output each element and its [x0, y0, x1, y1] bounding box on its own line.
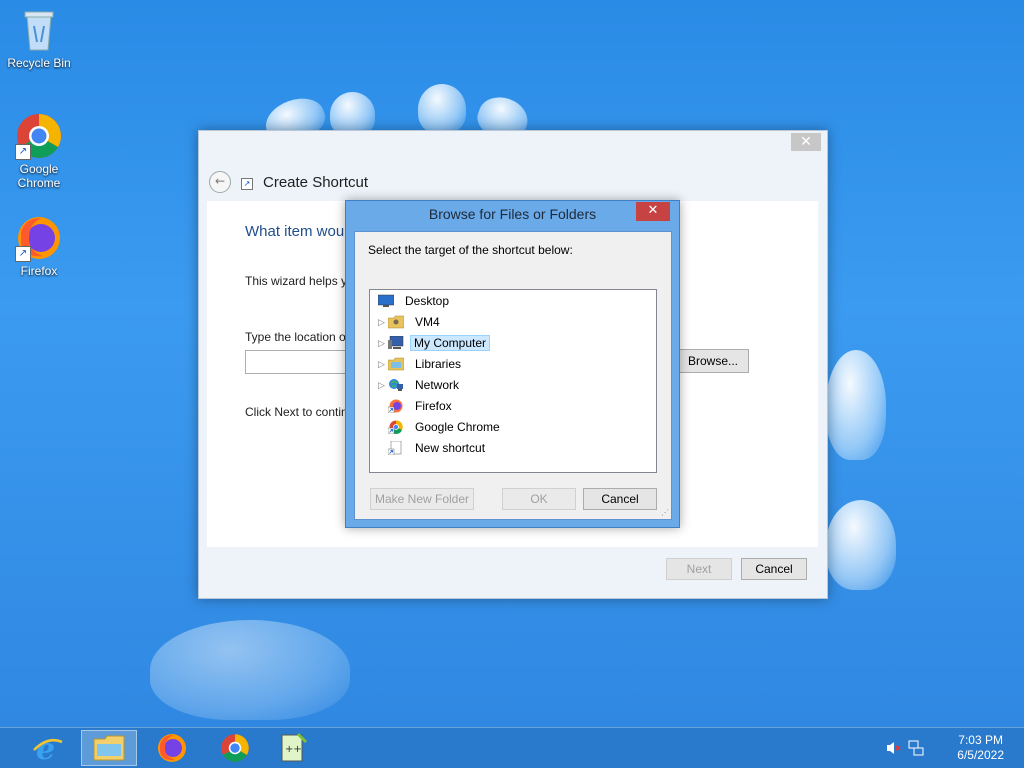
recycle-bin-icon	[15, 6, 63, 54]
computer-icon	[388, 335, 404, 350]
tree-item-google-chrome[interactable]: Google Chrome	[387, 417, 505, 437]
next-button[interactable]: Next	[666, 558, 732, 580]
firefox-icon	[158, 734, 186, 762]
expand-arrow-icon[interactable]: ▷	[378, 359, 388, 370]
close-icon: ✕	[800, 134, 812, 150]
tree-item-label: Network	[415, 378, 460, 392]
shortcut-arrow-icon: ↗	[15, 246, 31, 262]
tree-item-label: VM4	[415, 315, 440, 329]
clock-date: 6/5/2022	[957, 748, 1004, 762]
desktop-icon-label: Recycle Bin	[7, 56, 71, 70]
firefox-shortcut-icon	[387, 399, 404, 414]
desktop-icon-firefox[interactable]: ↗ Firefox	[1, 214, 77, 278]
chrome-icon	[221, 734, 249, 762]
tree-item-label: Desktop	[405, 294, 450, 308]
taskbar-internet-explorer[interactable]: e	[20, 730, 76, 766]
browse-dialog: Browse for Files or Folders ✕ Select the…	[345, 200, 680, 528]
cancel-button[interactable]: Cancel	[741, 558, 807, 580]
network-status-icon[interactable]	[908, 740, 924, 759]
file-explorer-icon	[93, 735, 125, 761]
chrome-shortcut-icon	[387, 420, 404, 435]
expand-arrow-icon[interactable]: ▷	[378, 317, 388, 328]
taskbar: e ++ 7:03 PM 6/5/2022	[0, 727, 1024, 768]
close-button[interactable]: ✕	[791, 133, 821, 151]
tree-item-libraries[interactable]: ▷ Libraries	[378, 354, 466, 374]
tree-item-desktop[interactable]: Desktop	[377, 291, 454, 311]
libraries-icon	[387, 357, 405, 371]
desktop-icon-google-chrome[interactable]: ↗ Google Chrome	[1, 112, 77, 190]
system-tray: 7:03 PM 6/5/2022	[884, 728, 1024, 768]
expand-arrow-icon[interactable]: ▷	[378, 338, 388, 349]
wizard-title: Create Shortcut	[263, 173, 369, 191]
notepad-plus-plus-icon: ++	[281, 732, 308, 762]
browse-button[interactable]: Browse...	[677, 349, 749, 373]
close-icon: ✕	[647, 203, 659, 218]
shortcut-file-icon	[387, 440, 404, 456]
taskbar-file-explorer[interactable]	[81, 730, 137, 766]
ok-button[interactable]: OK	[502, 488, 576, 510]
shortcut-icon: ↗	[241, 178, 253, 190]
next-hint: Click Next to contin	[245, 405, 348, 419]
tree-item-firefox[interactable]: Firefox	[387, 396, 457, 416]
dialog-title: Browse for Files or Folders	[428, 206, 597, 222]
wizard-header: ← Create Shortcut	[209, 171, 368, 193]
expand-arrow-icon[interactable]: ▷	[378, 380, 388, 391]
dialog-cancel-button[interactable]: Cancel	[583, 488, 657, 510]
wizard-question: What item wou	[245, 223, 345, 240]
internet-explorer-icon: e	[33, 732, 63, 764]
svg-text:e: e	[36, 732, 55, 764]
tree-item-label: My Computer	[410, 335, 491, 351]
folder-tree[interactable]: Desktop ▷ VM4 ▷ My Computer ▷ Libraries …	[369, 289, 657, 473]
svg-text:++: ++	[285, 744, 302, 755]
volume-muted-icon[interactable]	[886, 740, 902, 759]
desktop-icon-label: Google Chrome	[17, 162, 61, 190]
tree-item-label: Firefox	[415, 399, 452, 413]
desktop-icon	[377, 294, 395, 308]
dialog-instruction: Select the target of the shortcut below:	[368, 243, 573, 257]
shortcut-arrow-icon: ↗	[15, 144, 31, 160]
make-new-folder-button[interactable]: Make New Folder	[370, 488, 474, 510]
firefox-icon: ↗	[15, 214, 63, 262]
location-label: Type the location o	[245, 330, 346, 344]
taskbar-firefox[interactable]	[144, 730, 200, 766]
tree-item-label: Google Chrome	[415, 420, 500, 434]
tree-item-label: Libraries	[415, 357, 462, 371]
resize-grip-icon[interactable]: ⋰	[661, 509, 669, 517]
tree-item-label: New shortcut	[415, 441, 486, 455]
tree-item-network[interactable]: ▷ Network	[378, 375, 464, 395]
user-folder-icon	[387, 315, 405, 329]
desktop-icon-recycle-bin[interactable]: Recycle Bin	[1, 6, 77, 70]
back-arrow-icon: ←	[214, 174, 226, 188]
taskbar-notepad-plus-plus[interactable]: ++	[265, 730, 321, 766]
taskbar-chrome[interactable]	[207, 730, 263, 766]
desktop-icon-label: Firefox	[20, 264, 58, 278]
tree-item-new-shortcut[interactable]: New shortcut	[387, 438, 490, 458]
dialog-body: Select the target of the shortcut below:…	[354, 231, 672, 520]
back-button[interactable]: ←	[209, 171, 231, 193]
tree-item-vm4[interactable]: ▷ VM4	[378, 312, 445, 332]
network-icon	[388, 378, 404, 392]
clock[interactable]: 7:03 PM 6/5/2022	[957, 733, 1004, 763]
clock-time: 7:03 PM	[958, 733, 1003, 747]
tree-item-my-computer[interactable]: ▷ My Computer	[378, 333, 491, 353]
dialog-close-button[interactable]: ✕	[636, 202, 670, 221]
chrome-icon: ↗	[15, 112, 63, 160]
